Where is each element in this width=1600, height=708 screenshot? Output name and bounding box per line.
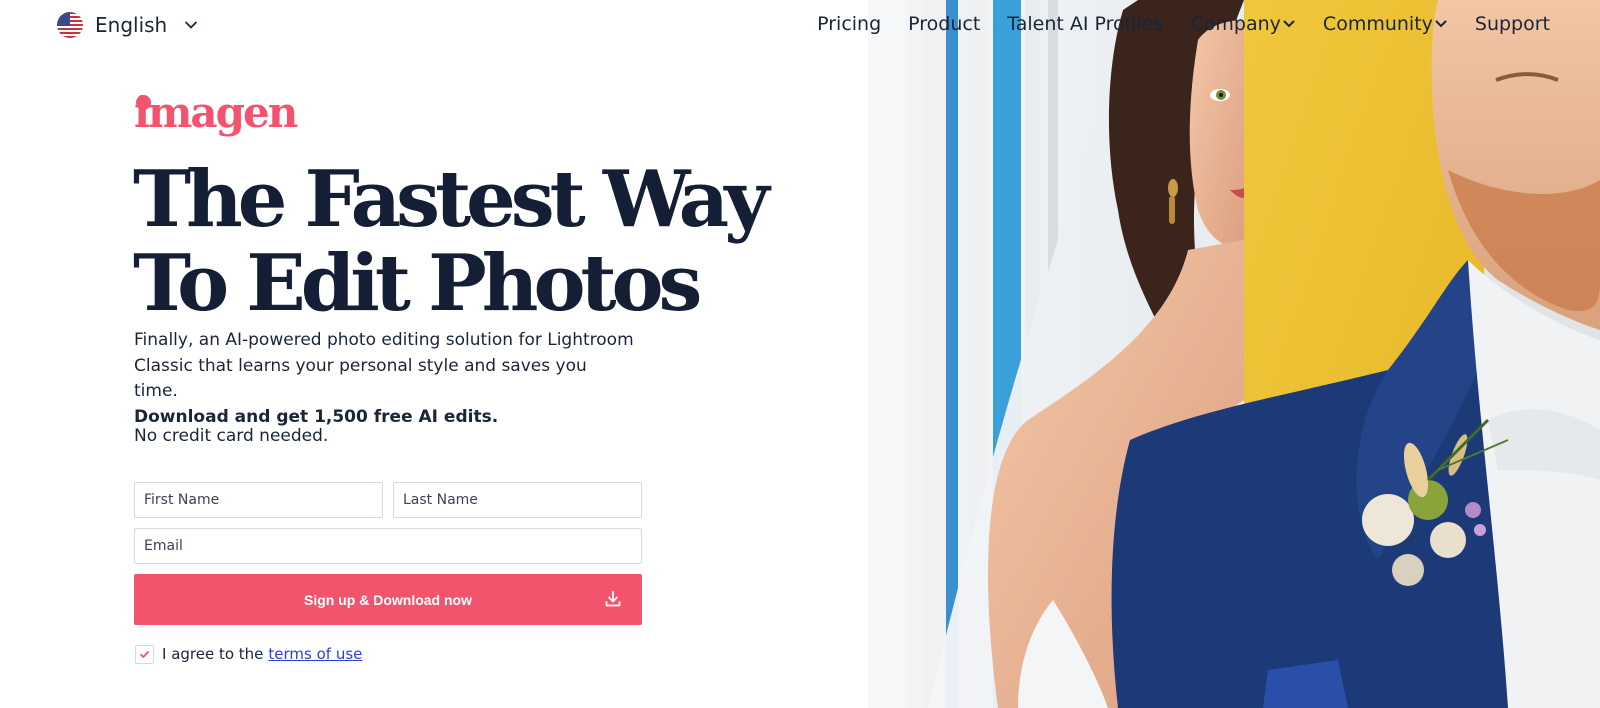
chevron-down-icon xyxy=(1283,20,1295,28)
headline-line-2: To Edit Photos xyxy=(133,238,702,329)
signup-download-label: Sign up & Download now xyxy=(304,591,472,608)
nav-item-label: Pricing xyxy=(817,13,882,35)
logo-dot xyxy=(136,95,151,110)
no-credit-card-note: No credit card needed. xyxy=(134,426,329,446)
agree-label: I agree to the xyxy=(162,645,264,663)
nav-item-label: Talent AI Profiles xyxy=(1007,13,1164,35)
description-text: Finally, an AI-powered photo editing sol… xyxy=(134,330,634,401)
terms-agreement: I agree to the terms of use xyxy=(135,644,362,664)
download-icon xyxy=(605,591,621,607)
headline-line-1: The Fastest Way xyxy=(133,154,770,245)
first-name-field[interactable] xyxy=(134,482,383,518)
nav-item-company[interactable]: Company xyxy=(1191,13,1296,35)
signup-download-button[interactable]: Sign up & Download now xyxy=(134,574,642,625)
language-label: English xyxy=(95,13,168,37)
hero-description: Finally, an AI-powered photo editing sol… xyxy=(134,328,634,430)
hero-photo xyxy=(868,0,1600,708)
chevron-down-icon xyxy=(1435,20,1447,28)
us-flag-icon xyxy=(57,12,83,38)
nav-item-talent-ai-profiles[interactable]: Talent AI Profiles xyxy=(1007,13,1163,35)
nav-item-product[interactable]: Product xyxy=(908,13,980,35)
brand-logo[interactable]: imagen xyxy=(134,88,298,148)
nav-item-label: Company xyxy=(1190,13,1281,35)
top-nav: Pricing Product Talent AI Profiles Compa… xyxy=(817,8,1550,40)
nav-item-support[interactable]: Support xyxy=(1475,13,1550,35)
terms-of-use-link[interactable]: terms of use xyxy=(268,645,362,663)
email-field[interactable] xyxy=(134,528,642,564)
nav-item-community[interactable]: Community xyxy=(1323,13,1448,35)
nav-item-label: Product xyxy=(908,13,981,35)
nav-item-label: Community xyxy=(1322,13,1433,35)
language-selector[interactable]: English xyxy=(57,10,199,40)
page-title: The Fastest Way To Edit Photos xyxy=(133,158,853,326)
nav-item-label: Support xyxy=(1474,13,1550,35)
last-name-field[interactable] xyxy=(393,482,642,518)
check-icon xyxy=(140,650,149,658)
chevron-down-icon xyxy=(185,21,198,29)
terms-checkbox[interactable] xyxy=(135,644,154,664)
nav-item-pricing[interactable]: Pricing xyxy=(817,13,881,35)
logo-text: imagen xyxy=(134,88,298,137)
